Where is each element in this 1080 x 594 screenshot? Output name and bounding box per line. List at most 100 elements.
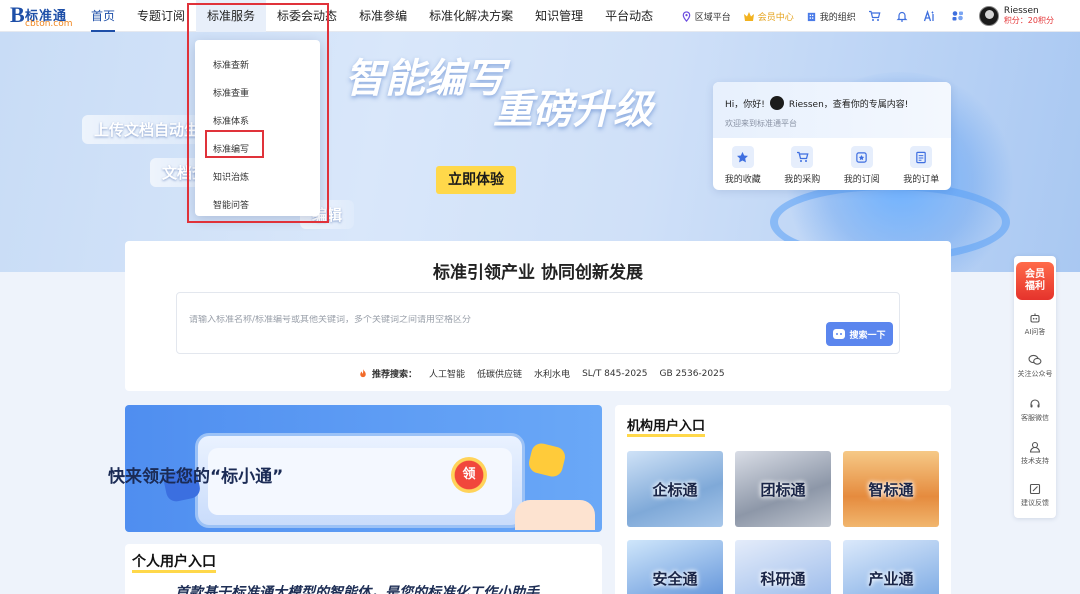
tile-group-standard[interactable]: 团标通 [735, 451, 831, 527]
people-grid-icon [952, 11, 963, 21]
nav-topic-subscription[interactable]: 专题订阅 [126, 0, 196, 32]
side-feedback-button[interactable]: 建议反馈 [1014, 483, 1056, 508]
avatar [978, 6, 999, 26]
tile-industry[interactable]: 产业通 [843, 540, 939, 594]
side-toolbar: 会员 福利 AI问答 关注公众号 客服微信 技术支持 建议反馈 [1014, 256, 1056, 518]
menu-item-standard-novelty-search[interactable]: 标准查新 [195, 52, 320, 80]
side-ai-qa-button[interactable]: AI问答 [1014, 312, 1056, 337]
recommended-keyword[interactable]: 人工智能 [429, 367, 465, 380]
bell-icon [896, 11, 908, 22]
tile-smart-standard[interactable]: 智标通 [843, 451, 939, 527]
my-purchases-button[interactable]: 我的采购 [774, 146, 830, 185]
menu-item-smart-qa[interactable]: 智能问答 [195, 192, 320, 220]
logo-domain: cbton.com [25, 19, 73, 29]
welcome-greeting-tail: Riessen，查看你的专属内容! [788, 99, 909, 110]
my-favorites-label: 我的收藏 [724, 175, 761, 185]
logo-letter: B [10, 2, 25, 27]
side-tech-support-button[interactable]: 技术支持 [1014, 441, 1056, 466]
location-pin-icon [682, 10, 691, 22]
support-person-icon [1029, 441, 1041, 453]
avatar [769, 96, 784, 110]
ai-button[interactable] [923, 10, 939, 22]
my-org-label: 我的组织 [819, 12, 856, 23]
vip-center-label: 会员中心 [757, 12, 794, 23]
feedback-edit-icon [1029, 483, 1041, 495]
cart-button[interactable] [868, 10, 884, 22]
nav-committee-news[interactable]: 标委会动态 [266, 0, 348, 32]
tile-research[interactable]: 科研通 [735, 540, 831, 594]
nav-solutions[interactable]: 标准化解决方案 [418, 0, 524, 32]
search-panel: 标准引领产业 协同创新发展 搜索一下 推荐搜索： 人工智能 低碳供应链 水利水电… [125, 241, 951, 391]
member-benefits-button[interactable]: 会员 福利 [1016, 262, 1054, 300]
welcome-subtitle: 欢迎来到标准通平台 [725, 119, 797, 128]
main-nav: 首页 专题订阅 标准服务 标委会动态 标准参编 标准化解决方案 知识管理 平台动… [80, 0, 664, 32]
robot-icon [833, 329, 846, 339]
side-wechat-follow-label: 关注公众号 [1017, 370, 1053, 378]
cart-icon [796, 151, 809, 162]
region-platform-label: 区域平台 [694, 12, 731, 23]
vip-center-link[interactable]: 会员中心 [743, 10, 794, 23]
side-tech-support-label: 技术支持 [1021, 457, 1049, 465]
recommended-keyword[interactable]: SL/T 845-2025 [582, 369, 647, 379]
recommended-searches: 推荐搜索： 人工智能 低碳供应链 水利水电 SL/T 845-2025 GB 2… [358, 367, 737, 380]
tile-safety[interactable]: 安全通 [627, 540, 723, 594]
side-wechat-follow-button[interactable]: 关注公众号 [1014, 354, 1056, 379]
menu-item-standard-system[interactable]: 标准体系 [195, 108, 320, 136]
member-line-2: 福利 [1025, 281, 1045, 292]
robot-icon [1030, 313, 1040, 323]
my-orders-button[interactable]: 我的订单 [893, 146, 949, 185]
wechat-icon [1028, 354, 1042, 365]
welcome-greeting-row: Hi，你好! Riessen，查看你的专属内容! [725, 96, 939, 110]
headset-icon [1030, 399, 1040, 408]
cart-icon [868, 10, 881, 21]
fire-icon [360, 368, 366, 378]
personal-user-entry: 个人用户入口 首款基于标准通大模型的智能体，是您的标准化工作小助手 [125, 544, 602, 594]
search-button-label: 搜索一下 [849, 330, 886, 341]
order-list-icon [916, 151, 927, 163]
search-box: 搜索一下 [176, 292, 900, 354]
standard-services-dropdown: 标准查新 标准查重 标准体系 标准编写 知识治炼 智能问答 [195, 40, 320, 216]
member-line-1: 会员 [1025, 269, 1045, 280]
user-name: Riessen [1003, 6, 1039, 16]
notification-button[interactable] [896, 10, 911, 22]
welcome-greeting: Hi，你好! [725, 99, 765, 110]
claim-badge[interactable]: 领 [451, 457, 487, 493]
nav-standard-drafting[interactable]: 标准参编 [348, 0, 418, 32]
nav-knowledge[interactable]: 知识管理 [524, 0, 594, 32]
recommended-label: 推荐搜索： [372, 370, 418, 380]
hand-decoration [515, 500, 595, 530]
institution-entry-title: 机构用户入口 [627, 420, 706, 437]
top-navigation-bar: B 标准通 cbton.com 首页 专题订阅 标准服务 标委会动态 标准参编 … [0, 0, 1080, 32]
header-tools: 区域平台 会员中心 我的组织 Riessen 积分：20积分 [681, 0, 1080, 32]
chat-bubble-icon [526, 441, 568, 479]
nav-platform-news[interactable]: 平台动态 [594, 0, 664, 32]
my-favorites-button[interactable]: 我的收藏 [715, 146, 771, 185]
search-panel-title: 标准引领产业 协同创新发展 [433, 263, 643, 283]
user-menu[interactable]: Riessen 积分：20积分 [978, 6, 1054, 26]
search-input[interactable] [189, 315, 749, 325]
recommended-keyword[interactable]: GB 2536-2025 [660, 369, 725, 379]
star-icon [737, 151, 749, 162]
my-org-link[interactable]: 我的组织 [806, 10, 856, 23]
tile-enterprise-standard[interactable]: 企标通 [627, 451, 723, 527]
hero-slogan-2: 重磅升级 [493, 87, 653, 133]
search-button[interactable]: 搜索一下 [826, 322, 893, 346]
nav-standard-services[interactable]: 标准服务 [196, 0, 267, 32]
hero-slogan-1: 智能编写 [345, 56, 505, 102]
my-subscriptions-button[interactable]: 我的订阅 [834, 146, 890, 185]
nav-home[interactable]: 首页 [80, 0, 126, 32]
try-now-button[interactable]: 立即体验 [436, 166, 516, 194]
menu-item-standard-writing[interactable]: 标准编写 [195, 136, 320, 164]
user-points: 积分：20积分 [1003, 16, 1054, 25]
subscription-icon [856, 151, 867, 163]
side-feedback-label: 建议反馈 [1021, 499, 1049, 507]
apps-button[interactable] [951, 10, 967, 22]
recommended-keyword[interactable]: 低碳供应链 [477, 367, 522, 380]
region-platform-link[interactable]: 区域平台 [681, 10, 731, 23]
site-logo[interactable]: B 标准通 cbton.com [10, 2, 73, 30]
recommended-keyword[interactable]: 水利水电 [534, 367, 570, 380]
menu-item-standard-duplicate-check[interactable]: 标准查重 [195, 80, 320, 108]
my-subscriptions-label: 我的订阅 [843, 175, 880, 185]
side-customer-service-button[interactable]: 客服微信 [1014, 398, 1056, 423]
menu-item-knowledge-refining[interactable]: 知识治炼 [195, 164, 320, 192]
